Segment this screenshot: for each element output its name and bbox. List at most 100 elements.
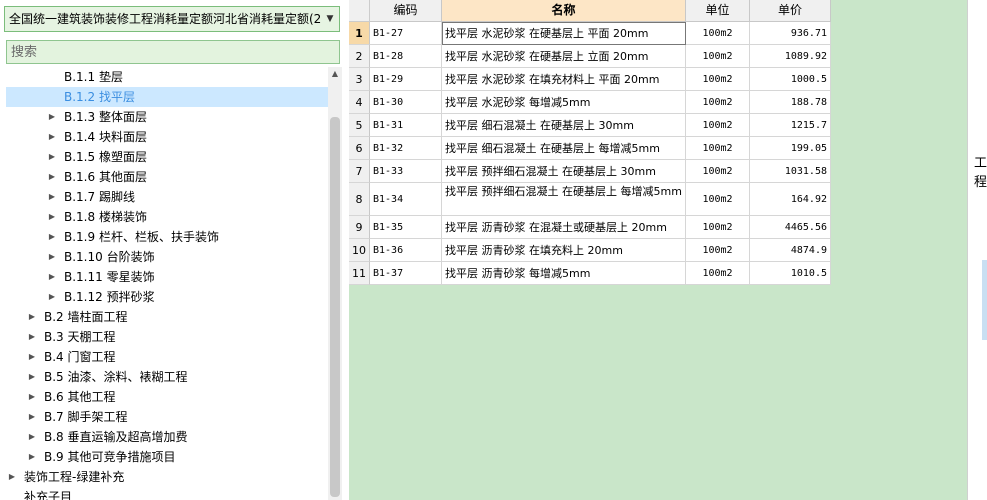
tree-item[interactable]: ▶ B.1.10 台阶装饰 bbox=[6, 247, 328, 267]
tree-item[interactable]: B.1.2 找平层 bbox=[6, 87, 328, 107]
cell-unit[interactable]: 100m2 bbox=[686, 68, 750, 91]
tree-scrollbar[interactable]: ▲ bbox=[328, 67, 342, 500]
expand-arrow-icon[interactable]: ▶ bbox=[47, 107, 57, 127]
cell-code[interactable]: B1-29 bbox=[370, 68, 442, 91]
cell-name[interactable]: 找平层 水泥砂浆 在硬基层上 平面 20mm bbox=[442, 22, 686, 45]
cell-name[interactable]: 找平层 沥青砂浆 每增减5mm bbox=[442, 262, 686, 285]
column-header-price[interactable]: 单价 bbox=[750, 0, 831, 22]
expand-arrow-icon[interactable]: ▶ bbox=[47, 287, 57, 307]
row-number[interactable]: 3 bbox=[349, 68, 370, 91]
cell-code[interactable]: B1-27 bbox=[370, 22, 442, 45]
side-tab[interactable] bbox=[982, 260, 987, 340]
tree-item[interactable]: ▶ B.1.7 踢脚线 bbox=[6, 187, 328, 207]
cell-unit[interactable]: 100m2 bbox=[686, 216, 750, 239]
tree-item[interactable]: ▶ B.9 其他可竞争措施项目 bbox=[6, 447, 328, 467]
scroll-up-icon[interactable]: ▲ bbox=[328, 67, 342, 81]
cell-name[interactable]: 找平层 预拌细石混凝土 在硬基层上 每增减5mm bbox=[442, 183, 686, 216]
row-number[interactable]: 9 bbox=[349, 216, 370, 239]
expand-arrow-icon[interactable]: ▶ bbox=[7, 467, 17, 487]
cell-price[interactable]: 1215.7 bbox=[750, 114, 831, 137]
row-number[interactable]: 1 bbox=[349, 22, 370, 45]
column-header-unit[interactable]: 单位 bbox=[686, 0, 750, 22]
row-number[interactable]: 10 bbox=[349, 239, 370, 262]
cell-price[interactable]: 164.92 bbox=[750, 183, 831, 216]
expand-arrow-icon[interactable]: ▶ bbox=[47, 187, 57, 207]
cell-unit[interactable]: 100m2 bbox=[686, 137, 750, 160]
scrollbar-thumb[interactable] bbox=[330, 117, 340, 497]
cell-price[interactable]: 1000.5 bbox=[750, 68, 831, 91]
tree-item[interactable]: ▶ 装饰工程-绿建补充 bbox=[6, 467, 328, 487]
row-number[interactable]: 2 bbox=[349, 45, 370, 68]
expand-arrow-icon[interactable]: ▶ bbox=[27, 427, 37, 447]
cell-price[interactable]: 1089.92 bbox=[750, 45, 831, 68]
row-number[interactable]: 8 bbox=[349, 183, 370, 216]
cell-name[interactable]: 找平层 预拌细石混凝土 在硬基层上 30mm bbox=[442, 160, 686, 183]
cell-name[interactable]: 找平层 细石混凝土 在硬基层上 每增减5mm bbox=[442, 137, 686, 160]
tree-item[interactable]: ▶ B.1.8 楼梯装饰 bbox=[6, 207, 328, 227]
row-number[interactable]: 11 bbox=[349, 262, 370, 285]
tree-item[interactable]: B.1.1 垫层 bbox=[6, 67, 328, 87]
cell-unit[interactable]: 100m2 bbox=[686, 239, 750, 262]
cell-code[interactable]: B1-28 bbox=[370, 45, 442, 68]
tree-item[interactable]: ▶ B.1.3 整体面层 bbox=[6, 107, 328, 127]
tree-item[interactable]: ▶ B.1.4 块料面层 bbox=[6, 127, 328, 147]
tree-item[interactable]: ▶ B.3 天棚工程 bbox=[6, 327, 328, 347]
row-number[interactable]: 4 bbox=[349, 91, 370, 114]
cell-price[interactable]: 199.05 bbox=[750, 137, 831, 160]
cell-price[interactable]: 1031.58 bbox=[750, 160, 831, 183]
row-number[interactable]: 5 bbox=[349, 114, 370, 137]
search-input[interactable] bbox=[6, 40, 340, 64]
cell-code[interactable]: B1-32 bbox=[370, 137, 442, 160]
cell-price[interactable]: 1010.5 bbox=[750, 262, 831, 285]
expand-arrow-icon[interactable]: ▶ bbox=[27, 307, 37, 327]
tree-item[interactable]: ▶ B.1.9 栏杆、栏板、扶手装饰 bbox=[6, 227, 328, 247]
cell-code[interactable]: B1-36 bbox=[370, 239, 442, 262]
expand-arrow-icon[interactable]: ▶ bbox=[47, 267, 57, 287]
cell-unit[interactable]: 100m2 bbox=[686, 160, 750, 183]
cell-name[interactable]: 找平层 水泥砂浆 在填充材料上 平面 20mm bbox=[442, 68, 686, 91]
cell-unit[interactable]: 100m2 bbox=[686, 183, 750, 216]
quota-library-dropdown[interactable]: 全国统一建筑装饰装修工程消耗量定额河北省消耗量定额(20 ▼ bbox=[4, 6, 340, 32]
cell-code[interactable]: B1-34 bbox=[370, 183, 442, 216]
tree-item[interactable]: ▶ B.6 其他工程 bbox=[6, 387, 328, 407]
cell-price[interactable]: 4465.56 bbox=[750, 216, 831, 239]
tree-item[interactable]: ▶ B.1.11 零星装饰 bbox=[6, 267, 328, 287]
tree-item[interactable]: ▶ B.1.5 橡塑面层 bbox=[6, 147, 328, 167]
row-number[interactable]: 6 bbox=[349, 137, 370, 160]
tree-item[interactable]: ▶ B.1.12 预拌砂浆 bbox=[6, 287, 328, 307]
expand-arrow-icon[interactable]: ▶ bbox=[47, 127, 57, 147]
cell-code[interactable]: B1-31 bbox=[370, 114, 442, 137]
tree-item[interactable]: ▶ B.5 油漆、涂料、裱糊工程 bbox=[6, 367, 328, 387]
column-header-code[interactable]: 编码 bbox=[370, 0, 442, 22]
cell-name[interactable]: 找平层 水泥砂浆 每增减5mm bbox=[442, 91, 686, 114]
expand-arrow-icon[interactable]: ▶ bbox=[47, 247, 57, 267]
cell-unit[interactable]: 100m2 bbox=[686, 45, 750, 68]
cell-price[interactable]: 4874.9 bbox=[750, 239, 831, 262]
expand-arrow-icon[interactable]: ▶ bbox=[27, 347, 37, 367]
cell-unit[interactable]: 100m2 bbox=[686, 262, 750, 285]
expand-arrow-icon[interactable]: ▶ bbox=[47, 147, 57, 167]
expand-arrow-icon[interactable]: ▶ bbox=[27, 447, 37, 467]
tree-item[interactable]: ▶ B.7 脚手架工程 bbox=[6, 407, 328, 427]
cell-unit[interactable]: 100m2 bbox=[686, 91, 750, 114]
expand-arrow-icon[interactable]: ▶ bbox=[27, 387, 37, 407]
cell-name[interactable]: 找平层 沥青砂浆 在填充料上 20mm bbox=[442, 239, 686, 262]
expand-arrow-icon[interactable]: ▶ bbox=[27, 407, 37, 427]
cell-unit[interactable]: 100m2 bbox=[686, 22, 750, 45]
cell-code[interactable]: B1-35 bbox=[370, 216, 442, 239]
cell-name[interactable]: 找平层 沥青砂浆 在混凝土或硬基层上 20mm bbox=[442, 216, 686, 239]
expand-arrow-icon[interactable]: ▶ bbox=[27, 367, 37, 387]
cell-code[interactable]: B1-37 bbox=[370, 262, 442, 285]
tree-item[interactable]: ▶ B.1.6 其他面层 bbox=[6, 167, 328, 187]
expand-arrow-icon[interactable]: ▶ bbox=[27, 327, 37, 347]
row-number[interactable]: 7 bbox=[349, 160, 370, 183]
tree-item[interactable]: ▶ B.2 墙柱面工程 bbox=[6, 307, 328, 327]
expand-arrow-icon[interactable]: ▶ bbox=[47, 207, 57, 227]
cell-name[interactable]: 找平层 细石混凝土 在硬基层上 30mm bbox=[442, 114, 686, 137]
cell-unit[interactable]: 100m2 bbox=[686, 114, 750, 137]
expand-arrow-icon[interactable]: ▶ bbox=[47, 167, 57, 187]
cell-price[interactable]: 936.71 bbox=[750, 22, 831, 45]
expand-arrow-icon[interactable]: ▶ bbox=[47, 227, 57, 247]
cell-code[interactable]: B1-33 bbox=[370, 160, 442, 183]
cell-name[interactable]: 找平层 水泥砂浆 在硬基层上 立面 20mm bbox=[442, 45, 686, 68]
